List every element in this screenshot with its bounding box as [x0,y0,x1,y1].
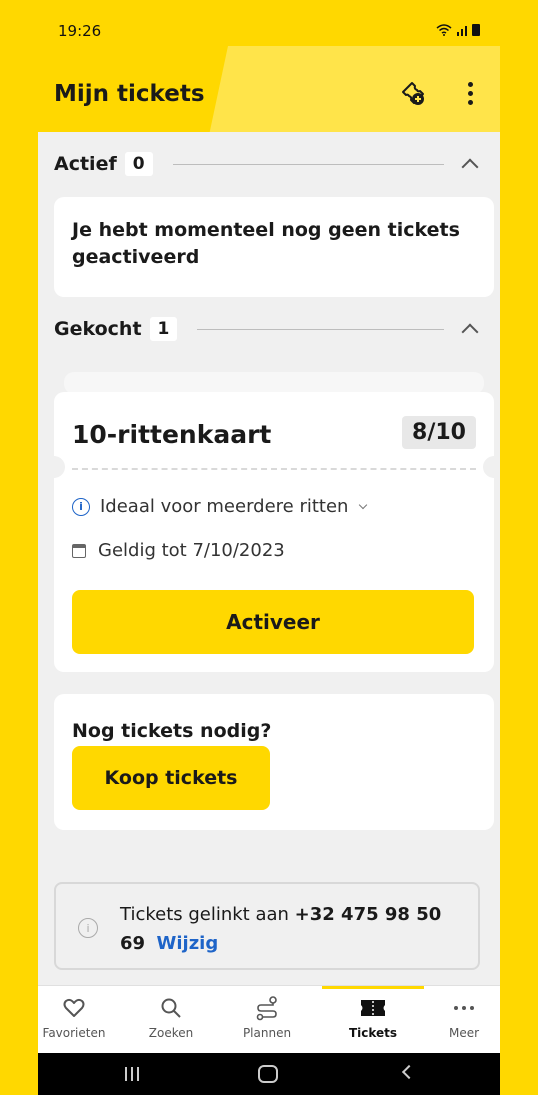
ticket-notch [483,456,500,478]
tab-meer[interactable]: Meer [424,994,500,1040]
ticket-perforation [72,468,476,470]
system-nav-bar [38,1053,500,1095]
tab-zoeken[interactable]: Zoeken [131,994,211,1040]
status-bar: 19:26 [38,0,500,46]
section-active-header[interactable]: Actief 0 [54,149,484,179]
chevron-down-icon [359,500,368,509]
edit-link[interactable]: Wijzig [157,933,219,954]
ticket-name: 10-rittenkaart [72,420,272,449]
tab-label: Zoeken [148,1026,194,1040]
active-tab-indicator [322,986,424,989]
status-time: 19:26 [58,22,102,40]
tab-label: Tickets [348,1026,398,1040]
buy-question: Nog tickets nodig? [72,720,272,742]
tab-plannen[interactable]: Plannen [227,994,307,1040]
recent-apps-button[interactable] [125,1067,139,1081]
more-options-button[interactable] [446,69,494,117]
bottom-tab-bar: Favorieten Zoeken Plannen Tickets Meer [38,985,500,1053]
chevron-up-icon[interactable] [461,158,479,176]
section-active-label: Actief [54,153,117,175]
wifi-icon [436,24,452,36]
status-icons [436,24,480,36]
calendar-icon [72,543,86,558]
ticket-notch [43,456,65,478]
more-horizontal-icon [424,994,500,1022]
ticket-info-toggle[interactable]: i Ideaal voor meerdere ritten [72,496,368,517]
ticket-icon [333,994,413,1022]
home-button[interactable] [258,1065,278,1083]
chevron-up-icon[interactable] [461,323,479,341]
ticket-add-icon [402,82,424,105]
info-icon: i [78,918,98,938]
heart-icon [38,994,114,1022]
divider [197,328,444,330]
page-title: Mijn tickets [54,81,205,107]
signal-icon [457,26,467,36]
tab-label: Plannen [242,1026,292,1040]
linked-phone-card: i Tickets gelinkt aan +32 475 98 50 69 W… [54,882,480,970]
linked-phone-text: Tickets gelinkt aan +32 475 98 50 69 Wij… [120,900,470,958]
divider [172,163,444,165]
ticket-info-text: Ideaal voor meerdere ritten [100,496,349,517]
linked-prefix: Tickets gelinkt aan [120,904,295,925]
tab-label: Meer [448,1026,480,1040]
battery-icon [472,24,480,36]
no-active-tickets-card: Je hebt momenteel nog geen tickets geact… [54,197,494,297]
search-icon [131,994,211,1022]
info-icon: i [72,497,90,516]
ticket-stack-shadow [64,372,484,394]
section-bought-header[interactable]: Gekocht 1 [54,314,484,344]
tab-favorieten[interactable]: Favorieten [38,994,114,1040]
phone-screen: 19:26 Mijn tickets Actief 0 Je hebt mome… [38,0,500,1095]
section-bought-count: 1 [149,317,178,341]
empty-message: Je hebt momenteel nog geen tickets geact… [72,219,460,268]
ticket-valid-text: Geldig tot 7/10/2023 [98,540,285,561]
add-ticket-button[interactable] [389,69,437,117]
ticket-card[interactable]: 10-rittenkaart 8/10 i Ideaal voor meerde… [43,392,500,672]
app-bar: Mijn tickets [38,46,500,132]
activate-button[interactable]: Activeer [72,590,474,654]
more-vertical-icon [467,81,473,105]
buy-tickets-button[interactable]: Koop tickets [72,746,270,810]
tab-tickets[interactable]: Tickets [333,994,413,1040]
rides-badge: 8/10 [402,416,476,449]
section-bought-label: Gekocht [54,318,142,340]
route-icon [227,994,307,1022]
ticket-validity: Geldig tot 7/10/2023 [72,540,285,561]
tab-label: Favorieten [42,1026,106,1040]
back-button[interactable] [401,1064,417,1080]
section-active-count: 0 [124,152,153,176]
buy-tickets-card: Nog tickets nodig? Koop tickets [54,694,494,830]
